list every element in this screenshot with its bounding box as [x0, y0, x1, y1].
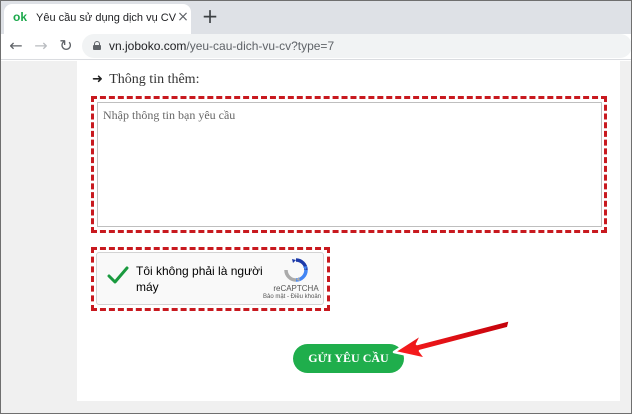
arrow-right-icon: ➜	[92, 72, 103, 87]
lock-icon	[93, 41, 101, 50]
reload-icon[interactable]: ↻	[58, 36, 74, 56]
recaptcha-label: Tôi không phải là người máy	[136, 264, 263, 294]
forward-arrow-icon[interactable]: →	[33, 36, 49, 56]
browser-toolbar: ← → ↻ vn.joboko.com/yeu-cau-dich-vu-cv?t…	[0, 34, 632, 60]
submit-request-button[interactable]: GỬI YÊU CẦU	[293, 344, 404, 373]
checkmark-icon[interactable]	[106, 263, 130, 287]
url-path: /yeu-cau-dich-vu-cv?type=7	[186, 39, 335, 53]
additional-info-textarea[interactable]	[97, 102, 602, 227]
tab-title: Yêu cầu sử dụng dịch vụ CV	[36, 12, 177, 24]
url-text: vn.joboko.com/yeu-cau-dich-vu-cv?type=7	[109, 39, 334, 53]
recaptcha-brand: reCAPTCHA	[273, 284, 319, 293]
back-arrow-icon[interactable]: ←	[8, 36, 24, 56]
url-host: vn.joboko.com	[109, 39, 187, 53]
browser-tab[interactable]: ok Yêu cầu sử dụng dịch vụ CV ×	[4, 4, 191, 34]
recaptcha-privacy-terms-link[interactable]: Bảo mật - Điều khoản	[257, 294, 327, 300]
recaptcha-logo-icon	[284, 258, 308, 282]
section-title-text: Thông tin thêm:	[109, 72, 200, 87]
new-tab-button[interactable]: +	[201, 6, 219, 26]
annotation-arrow-icon	[392, 318, 512, 361]
section-title: ➜ Thông tin thêm:	[92, 72, 199, 88]
tab-strip: ok Yêu cầu sử dụng dịch vụ CV × +	[0, 0, 632, 34]
address-bar[interactable]: vn.joboko.com/yeu-cau-dich-vu-cv?type=7	[82, 34, 632, 58]
recaptcha-widget: Tôi không phải là người máy reCAPTCHA Bả…	[96, 252, 324, 305]
close-tab-icon[interactable]: ×	[176, 10, 190, 24]
favicon-icon: ok	[13, 10, 28, 24]
